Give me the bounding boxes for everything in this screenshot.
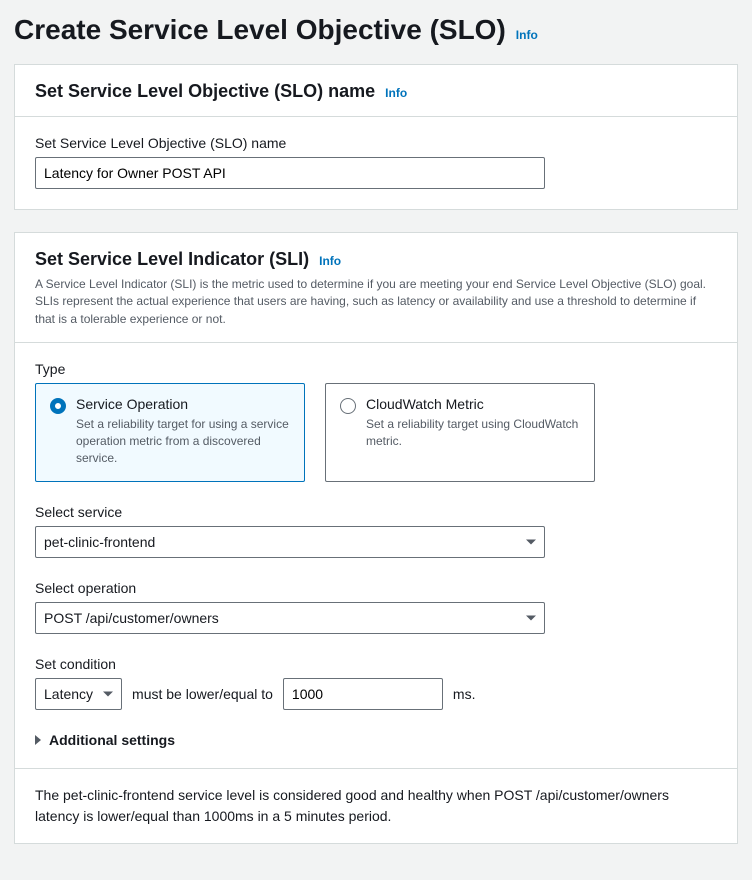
- sli-panel-title: Set Service Level Indicator (SLI): [35, 249, 309, 270]
- type-label: Type: [35, 361, 717, 377]
- select-service-dropdown[interactable]: pet-clinic-frontend: [35, 526, 545, 558]
- select-operation-value: POST /api/customer/owners: [44, 610, 219, 626]
- sli-info-link[interactable]: Info: [319, 254, 341, 268]
- sli-panel-description: A Service Level Indicator (SLI) is the m…: [35, 276, 717, 328]
- radio-icon: [340, 398, 356, 414]
- condition-row: Latency must be lower/equal to ms.: [35, 678, 717, 710]
- select-service-label: Select service: [35, 504, 717, 520]
- additional-settings-toggle[interactable]: Additional settings: [35, 732, 717, 748]
- radio-icon: [50, 398, 66, 414]
- condition-metric-dropdown[interactable]: Latency: [35, 678, 122, 710]
- tile-desc: Set a reliability target for using a ser…: [76, 416, 290, 466]
- triangle-right-icon: [35, 735, 41, 745]
- slo-name-panel-header: Set Service Level Objective (SLO) name I…: [15, 65, 737, 117]
- sli-panel: Set Service Level Indicator (SLI) Info A…: [14, 232, 738, 844]
- sli-summary: The pet-clinic-frontend service level is…: [15, 768, 737, 843]
- type-tiles: Service Operation Set a reliability targ…: [35, 383, 717, 481]
- tile-service-operation[interactable]: Service Operation Set a reliability targ…: [35, 383, 305, 481]
- select-operation-dropdown[interactable]: POST /api/customer/owners: [35, 602, 545, 634]
- tile-title: CloudWatch Metric: [366, 396, 580, 412]
- page-info-link[interactable]: Info: [516, 28, 538, 42]
- condition-threshold-input[interactable]: [283, 678, 443, 710]
- tile-title: Service Operation: [76, 396, 290, 412]
- tile-cloudwatch-metric[interactable]: CloudWatch Metric Set a reliability targ…: [325, 383, 595, 481]
- sli-panel-header: Set Service Level Indicator (SLI) Info A…: [15, 233, 737, 343]
- condition-operator-text: must be lower/equal to: [132, 686, 273, 702]
- slo-name-info-link[interactable]: Info: [385, 86, 407, 100]
- select-service-value: pet-clinic-frontend: [44, 534, 155, 550]
- caret-down-icon: [526, 539, 536, 544]
- slo-name-panel: Set Service Level Objective (SLO) name I…: [14, 64, 738, 210]
- condition-metric-value: Latency: [44, 686, 93, 702]
- tile-desc: Set a reliability target using CloudWatc…: [366, 416, 580, 450]
- slo-name-panel-title: Set Service Level Objective (SLO) name: [35, 81, 375, 102]
- slo-name-input[interactable]: [35, 157, 545, 189]
- slo-name-field-label: Set Service Level Objective (SLO) name: [35, 135, 717, 151]
- page-title: Create Service Level Objective (SLO): [14, 14, 506, 46]
- caret-down-icon: [103, 691, 113, 696]
- condition-unit: ms.: [453, 686, 476, 702]
- page-header: Create Service Level Objective (SLO) Inf…: [14, 14, 738, 46]
- additional-settings-label: Additional settings: [49, 732, 175, 748]
- set-condition-label: Set condition: [35, 656, 717, 672]
- caret-down-icon: [526, 615, 536, 620]
- select-operation-label: Select operation: [35, 580, 717, 596]
